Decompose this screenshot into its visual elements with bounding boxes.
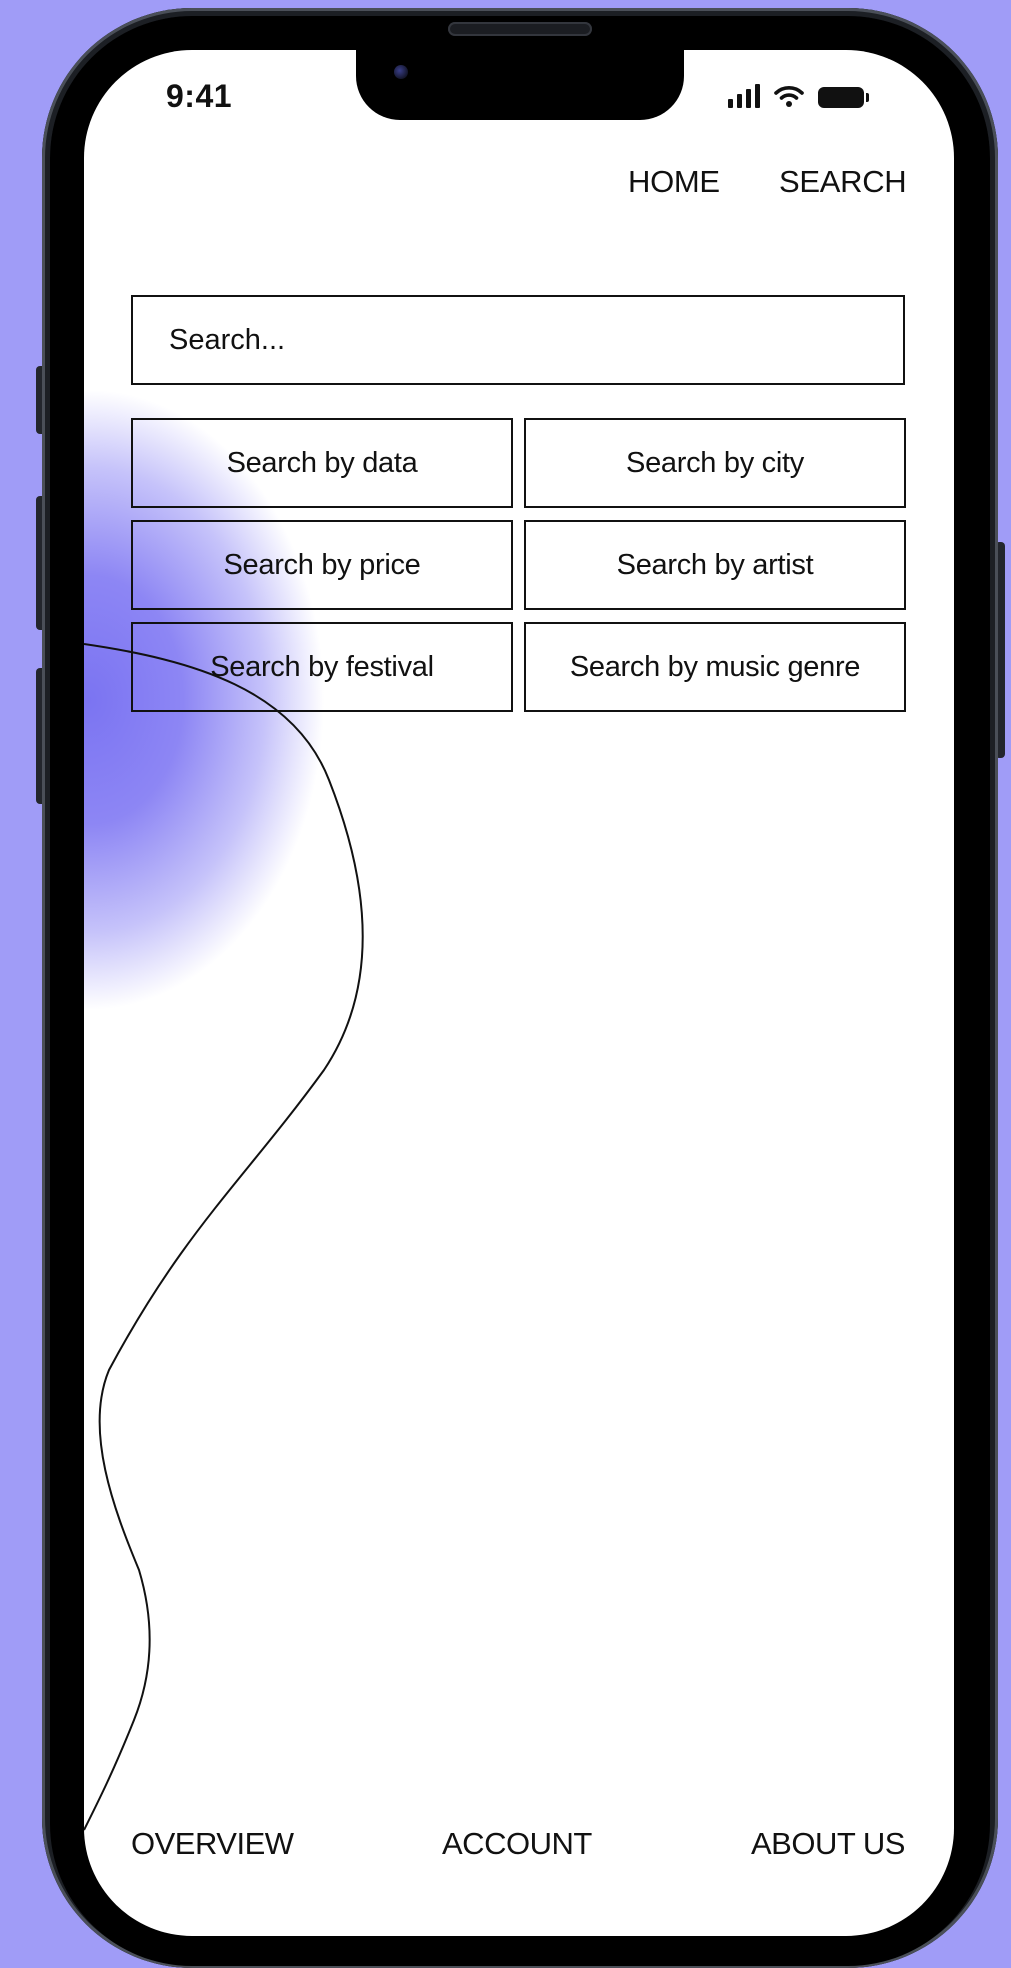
- notch: [356, 50, 684, 120]
- cellular-signal-icon: [728, 84, 760, 108]
- home-indicator[interactable]: [380, 1946, 656, 1956]
- nav-search-link[interactable]: SEARCH: [779, 164, 907, 200]
- search-by-music-genre-button[interactable]: Search by music genre: [524, 622, 906, 712]
- wifi-icon: [774, 86, 804, 107]
- search-by-artist-button[interactable]: Search by artist: [524, 520, 906, 610]
- search-by-data-button[interactable]: Search by data: [131, 418, 513, 508]
- nav-account-link[interactable]: ACCOUNT: [442, 1826, 592, 1862]
- nav-about-us-link[interactable]: ABOUT US: [751, 1826, 905, 1862]
- speaker-grille: [448, 22, 592, 36]
- search-by-festival-button[interactable]: Search by festival: [131, 622, 513, 712]
- nav-home-link[interactable]: HOME: [628, 164, 720, 200]
- battery-icon: [818, 87, 869, 108]
- nav-overview-link[interactable]: OVERVIEW: [131, 1826, 294, 1862]
- front-camera: [394, 65, 408, 79]
- status-icons: [728, 84, 869, 108]
- search-by-price-button[interactable]: Search by price: [131, 520, 513, 610]
- search-by-city-button[interactable]: Search by city: [524, 418, 906, 508]
- search-input[interactable]: [131, 295, 905, 385]
- status-time: 9:41: [166, 78, 233, 114]
